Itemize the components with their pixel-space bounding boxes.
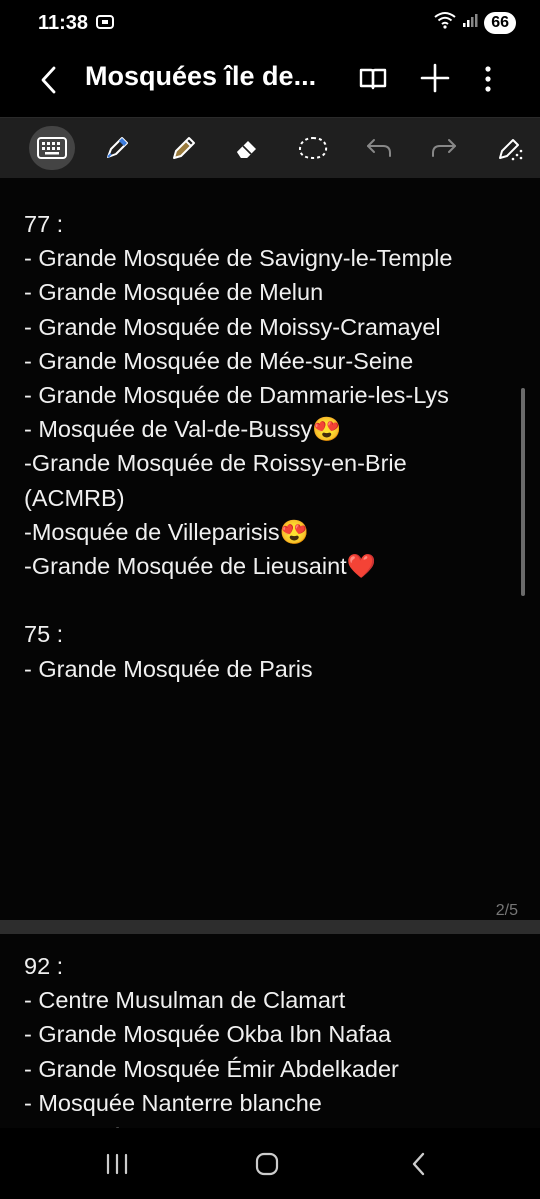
page-separator xyxy=(0,920,540,934)
status-time: 11:38 xyxy=(38,12,89,34)
pen-icon[interactable] xyxy=(94,126,140,170)
note-page-next[interactable]: 92 : - Centre Musulman de Clamart - Gran… xyxy=(0,934,540,1134)
highlighter-icon[interactable] xyxy=(159,126,205,170)
note-page-current[interactable]: 77 : - Grande Mosquée de Savigny-le-Temp… xyxy=(0,178,540,920)
page-indicator: 2/5 xyxy=(495,902,518,919)
note-text[interactable]: 77 : - Grande Mosquée de Savigny-le-Temp… xyxy=(24,207,452,686)
add-page-button[interactable] xyxy=(419,61,451,95)
battery-badge: 66 xyxy=(484,11,516,34)
wifi-icon xyxy=(434,11,456,34)
recent-apps-icon[interactable] xyxy=(97,1148,137,1180)
signal-icon xyxy=(462,12,478,33)
system-nav-bar xyxy=(0,1128,540,1199)
book-view-icon[interactable] xyxy=(357,63,389,95)
scrollbar[interactable] xyxy=(521,388,525,596)
note-title[interactable]: Mosquées île de... xyxy=(85,61,340,92)
redo-icon[interactable] xyxy=(421,126,467,170)
eraser-icon[interactable] xyxy=(224,126,270,170)
screen-record-icon xyxy=(96,14,114,35)
drawing-toolbar xyxy=(0,117,540,179)
status-bar: 11:38 66 xyxy=(0,0,540,46)
pen-settings-icon[interactable] xyxy=(487,126,533,170)
undo-icon[interactable] xyxy=(356,126,402,170)
home-icon[interactable] xyxy=(247,1148,287,1180)
note-text[interactable]: 92 : - Centre Musulman de Clamart - Gran… xyxy=(24,949,408,1134)
back-button[interactable] xyxy=(34,62,66,98)
more-options-icon[interactable] xyxy=(474,62,502,96)
back-nav-icon[interactable] xyxy=(399,1148,439,1180)
lasso-select-icon[interactable] xyxy=(290,126,336,170)
keyboard-icon[interactable] xyxy=(29,126,75,170)
app-bar: Mosquées île de... xyxy=(0,46,540,114)
